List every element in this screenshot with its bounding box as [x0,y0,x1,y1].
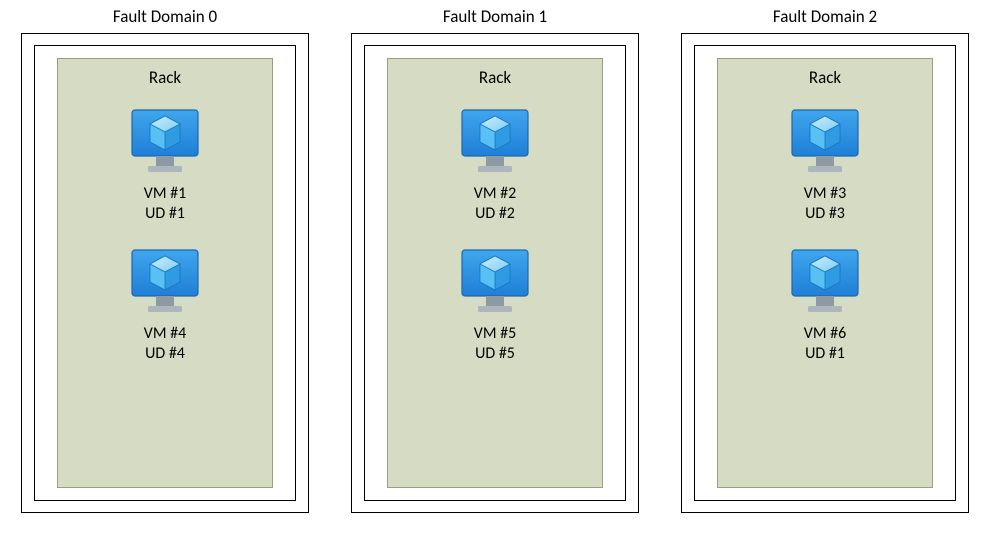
ud-label: UD #4 [145,344,185,364]
vm-label: VM #4 [144,324,186,344]
vm-block: VM #2 UD #2 [456,106,534,224]
fd-outer-box: Rack VM #2 [351,33,639,513]
vm-cube-monitor-icon [786,106,864,178]
fd-inner-box: Rack [34,45,296,501]
vm-cube-monitor-icon [786,246,864,318]
vm-cube-monitor-icon [126,246,204,318]
rack-label: Rack [479,67,511,88]
fd-inner-box: Rack VM #3 [694,45,956,501]
rack-box: Rack VM #2 [387,58,603,488]
ud-label: UD #1 [145,204,185,224]
rack-box: Rack [57,58,273,488]
ud-label: UD #5 [475,344,515,364]
ud-label: UD #1 [805,344,845,364]
vm-cube-monitor-icon [456,106,534,178]
vm-block: VM #1 UD #1 [126,106,204,224]
fd-outer-box: Rack [21,33,309,513]
fault-domain-1: Fault Domain 1 Rack [350,6,640,513]
vm-block: VM #5 UD #5 [456,246,534,364]
ud-label: UD #3 [805,204,845,224]
rack-label: Rack [809,67,841,88]
ud-label: UD #2 [475,204,515,224]
fd-outer-box: Rack VM #3 [681,33,969,513]
fault-domain-row: Fault Domain 0 Rack [0,6,990,513]
fault-domain-title: Fault Domain 1 [443,6,547,27]
vm-block: VM #3 UD #3 [786,106,864,224]
fault-domain-2: Fault Domain 2 Rack [680,6,970,513]
vm-label: VM #1 [144,184,186,204]
vm-label: VM #2 [474,184,516,204]
fault-domain-title: Fault Domain 0 [113,6,217,27]
vm-label: VM #3 [804,184,846,204]
rack-box: Rack VM #3 [717,58,933,488]
fault-domain-title: Fault Domain 2 [773,6,877,27]
rack-label: Rack [149,67,181,88]
fault-domain-0: Fault Domain 0 Rack [20,6,310,513]
vm-cube-monitor-icon [126,106,204,178]
vm-label: VM #6 [804,324,846,344]
diagram-canvas: Fault Domain 0 Rack [0,0,990,533]
vm-block: VM #4 UD #4 [126,246,204,364]
fd-inner-box: Rack VM #2 [364,45,626,501]
vm-cube-monitor-icon [456,246,534,318]
vm-label: VM #5 [474,324,516,344]
vm-block: VM #6 UD #1 [786,246,864,364]
